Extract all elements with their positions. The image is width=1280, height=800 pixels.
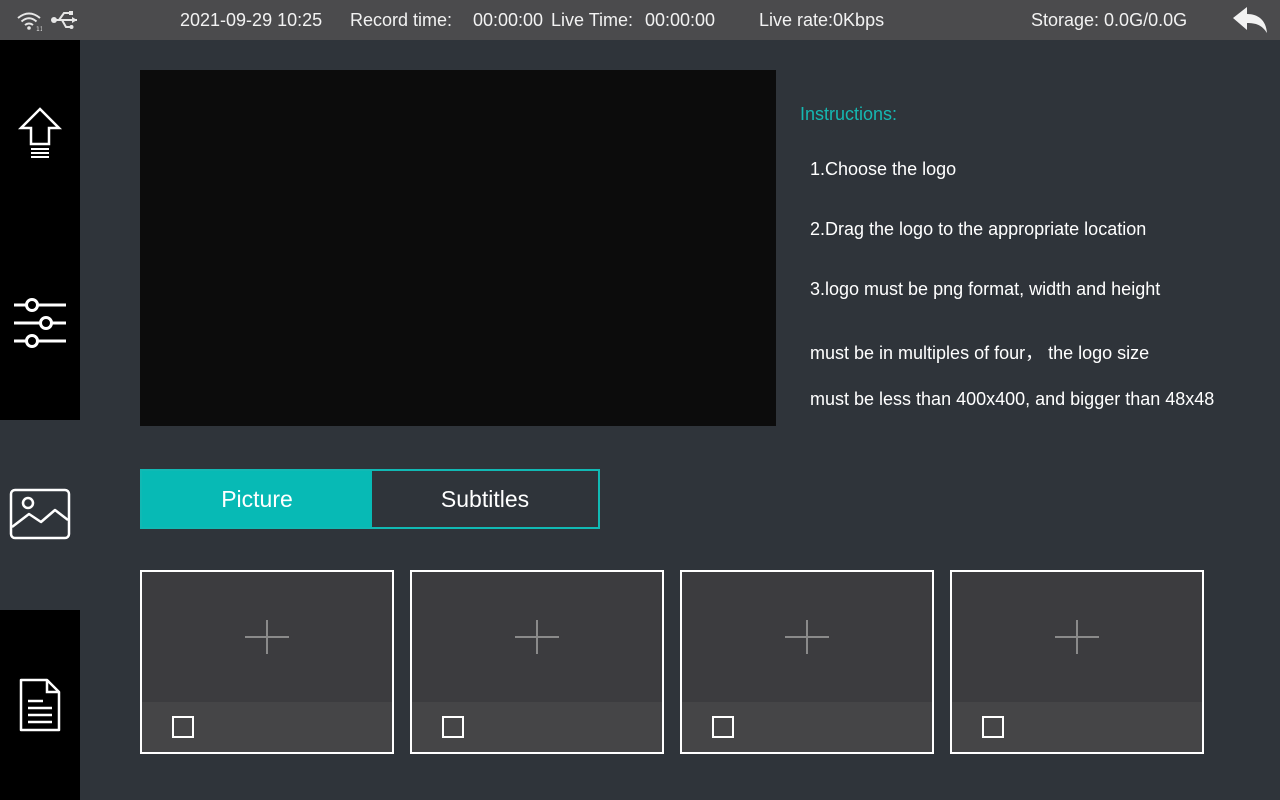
tab-picture[interactable]: Picture [142,471,372,527]
image-icon [9,488,71,545]
live-rate: Live rate:0Kbps [759,10,885,30]
live-time-label: Live Time: [551,10,634,30]
instruction-line: must be in multiples of four， the logo s… [810,343,1150,363]
sidebar-item-logo[interactable] [0,485,80,547]
sidebar-item-document[interactable] [0,675,80,739]
storage: Storage: 0.0G/0.0G [1031,10,1188,30]
datetime: 2021-09-29 10:25 [180,10,323,30]
sidebar-top [0,40,80,420]
status-bar: 11 2021-09-29 10:25 Record time: 00:00:0… [0,0,1280,40]
record-time-label: Record time: [350,10,453,30]
logo-slot-footer [952,702,1202,752]
logo-slot-checkbox[interactable] [712,716,734,738]
sidebar-item-settings[interactable] [0,290,80,360]
logo-slot[interactable] [680,570,934,754]
sidebar-item-upload[interactable] [0,100,80,170]
logo-slot-footer [682,702,932,752]
document-icon [18,677,62,738]
logo-slot-checkbox[interactable] [982,716,1004,738]
plus-icon[interactable] [142,572,392,702]
video-preview[interactable] [140,70,776,426]
back-arrow-icon[interactable] [1230,4,1270,41]
live-time-value: 00:00:00 [645,10,716,30]
instruction-line: 1.Choose the logo [810,159,957,179]
tab-subtitles[interactable]: Subtitles [372,471,598,527]
logo-slot-checkbox[interactable] [442,716,464,738]
plus-icon[interactable] [412,572,662,702]
plus-icon[interactable] [952,572,1202,702]
tab-bar: Picture Subtitles [140,469,600,529]
instructions-title: Instructions: [800,104,898,124]
sliders-icon [12,295,68,356]
usb-icon [50,8,80,37]
logo-slot[interactable] [410,570,664,754]
instruction-line: must be less than 400x400, and bigger th… [810,389,1215,409]
record-time-value: 00:00:00 [473,10,544,30]
logo-slot-checkbox[interactable] [172,716,194,738]
wifi-icon: 11 [16,10,44,37]
logo-slot-footer [142,702,392,752]
upload-arrow-icon [16,106,64,165]
logo-slot-footer [412,702,662,752]
svg-text:11: 11 [36,26,42,32]
instruction-line: 3.logo must be png format, width and hei… [810,279,1161,299]
plus-icon[interactable] [682,572,932,702]
logo-slot[interactable] [140,570,394,754]
logo-slot[interactable] [950,570,1204,754]
instruction-line: 2.Drag the logo to the appropriate locat… [810,219,1147,239]
